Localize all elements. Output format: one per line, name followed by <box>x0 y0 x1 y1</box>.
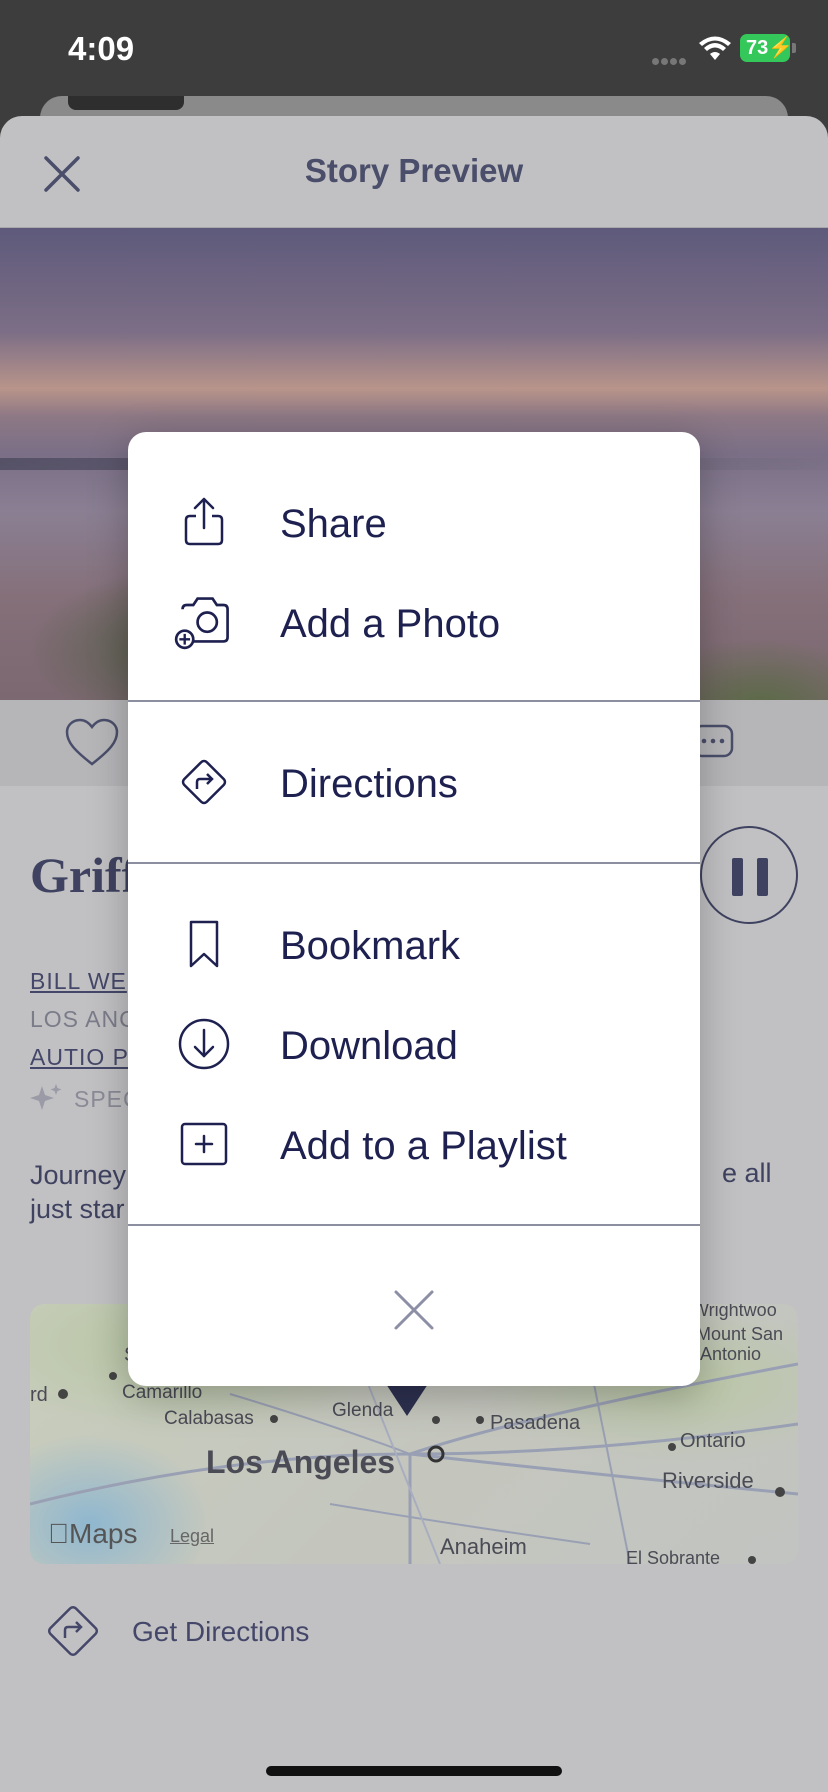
menu-item-label: Bookmark <box>280 924 461 968</box>
menu-item-label: Add a Photo <box>280 602 501 646</box>
menu-divider <box>128 1224 700 1226</box>
bookmark-icon <box>189 920 219 968</box>
menu-divider <box>128 862 700 864</box>
share-menu-item[interactable]: Share <box>128 474 700 570</box>
add-playlist-icon <box>180 1122 228 1166</box>
close-icon[interactable] <box>386 1282 442 1338</box>
menu-item-label: Share <box>280 502 387 546</box>
download-icon <box>178 1018 230 1070</box>
add-to-playlist-menu-item[interactable]: Add to a Playlist <box>128 1096 700 1192</box>
directions-icon <box>181 759 227 805</box>
add-photo-menu-item[interactable]: Add a Photo <box>128 574 700 670</box>
menu-divider <box>128 700 700 702</box>
bookmark-menu-item[interactable]: Bookmark <box>128 896 700 992</box>
directions-menu-item[interactable]: Directions <box>128 734 700 830</box>
menu-item-label: Directions <box>280 762 458 806</box>
download-menu-item[interactable]: Download <box>128 996 700 1092</box>
add-photo-icon <box>174 597 229 650</box>
menu-item-label: Add to a Playlist <box>280 1124 567 1168</box>
menu-item-label: Download <box>280 1024 458 1068</box>
action-menu: Share Add a Photo Directions Bookmark Do… <box>128 432 700 1386</box>
share-icon <box>184 497 224 546</box>
